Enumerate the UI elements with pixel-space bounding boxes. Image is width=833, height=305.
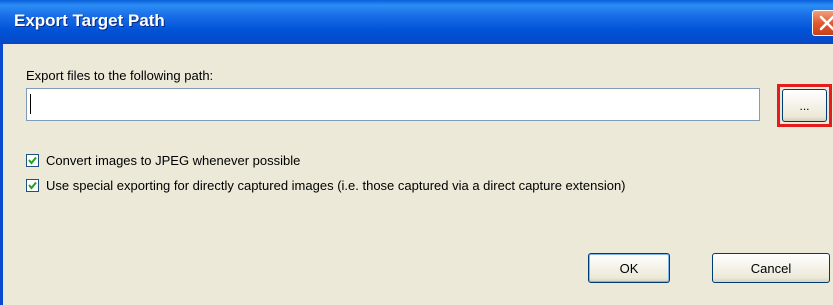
cancel-button[interactable]: Cancel xyxy=(712,253,830,283)
convert-jpeg-option[interactable]: Convert images to JPEG whenever possible xyxy=(26,151,300,169)
text-caret xyxy=(30,94,31,114)
export-path-input[interactable] xyxy=(26,88,760,121)
ok-button[interactable]: OK xyxy=(588,253,670,283)
title-bar[interactable]: Export Target Path xyxy=(0,0,833,44)
export-target-path-dialog: Export Target Path Export files to the f… xyxy=(0,0,833,305)
checkmark-icon xyxy=(28,181,37,190)
browse-button[interactable]: ... xyxy=(782,89,827,122)
export-path-label: Export files to the following path: xyxy=(26,68,214,83)
checkmark-icon xyxy=(28,156,37,165)
convert-jpeg-checkbox[interactable] xyxy=(26,153,39,167)
close-icon xyxy=(819,15,833,31)
dialog-title: Export Target Path xyxy=(14,11,165,30)
special-export-checkbox[interactable] xyxy=(26,178,39,192)
special-export-option[interactable]: Use special exporting for directly captu… xyxy=(26,176,626,194)
close-button[interactable] xyxy=(812,10,833,36)
special-export-label: Use special exporting for directly captu… xyxy=(46,177,626,193)
dialog-body xyxy=(0,44,833,305)
convert-jpeg-label: Convert images to JPEG whenever possible xyxy=(46,152,301,168)
